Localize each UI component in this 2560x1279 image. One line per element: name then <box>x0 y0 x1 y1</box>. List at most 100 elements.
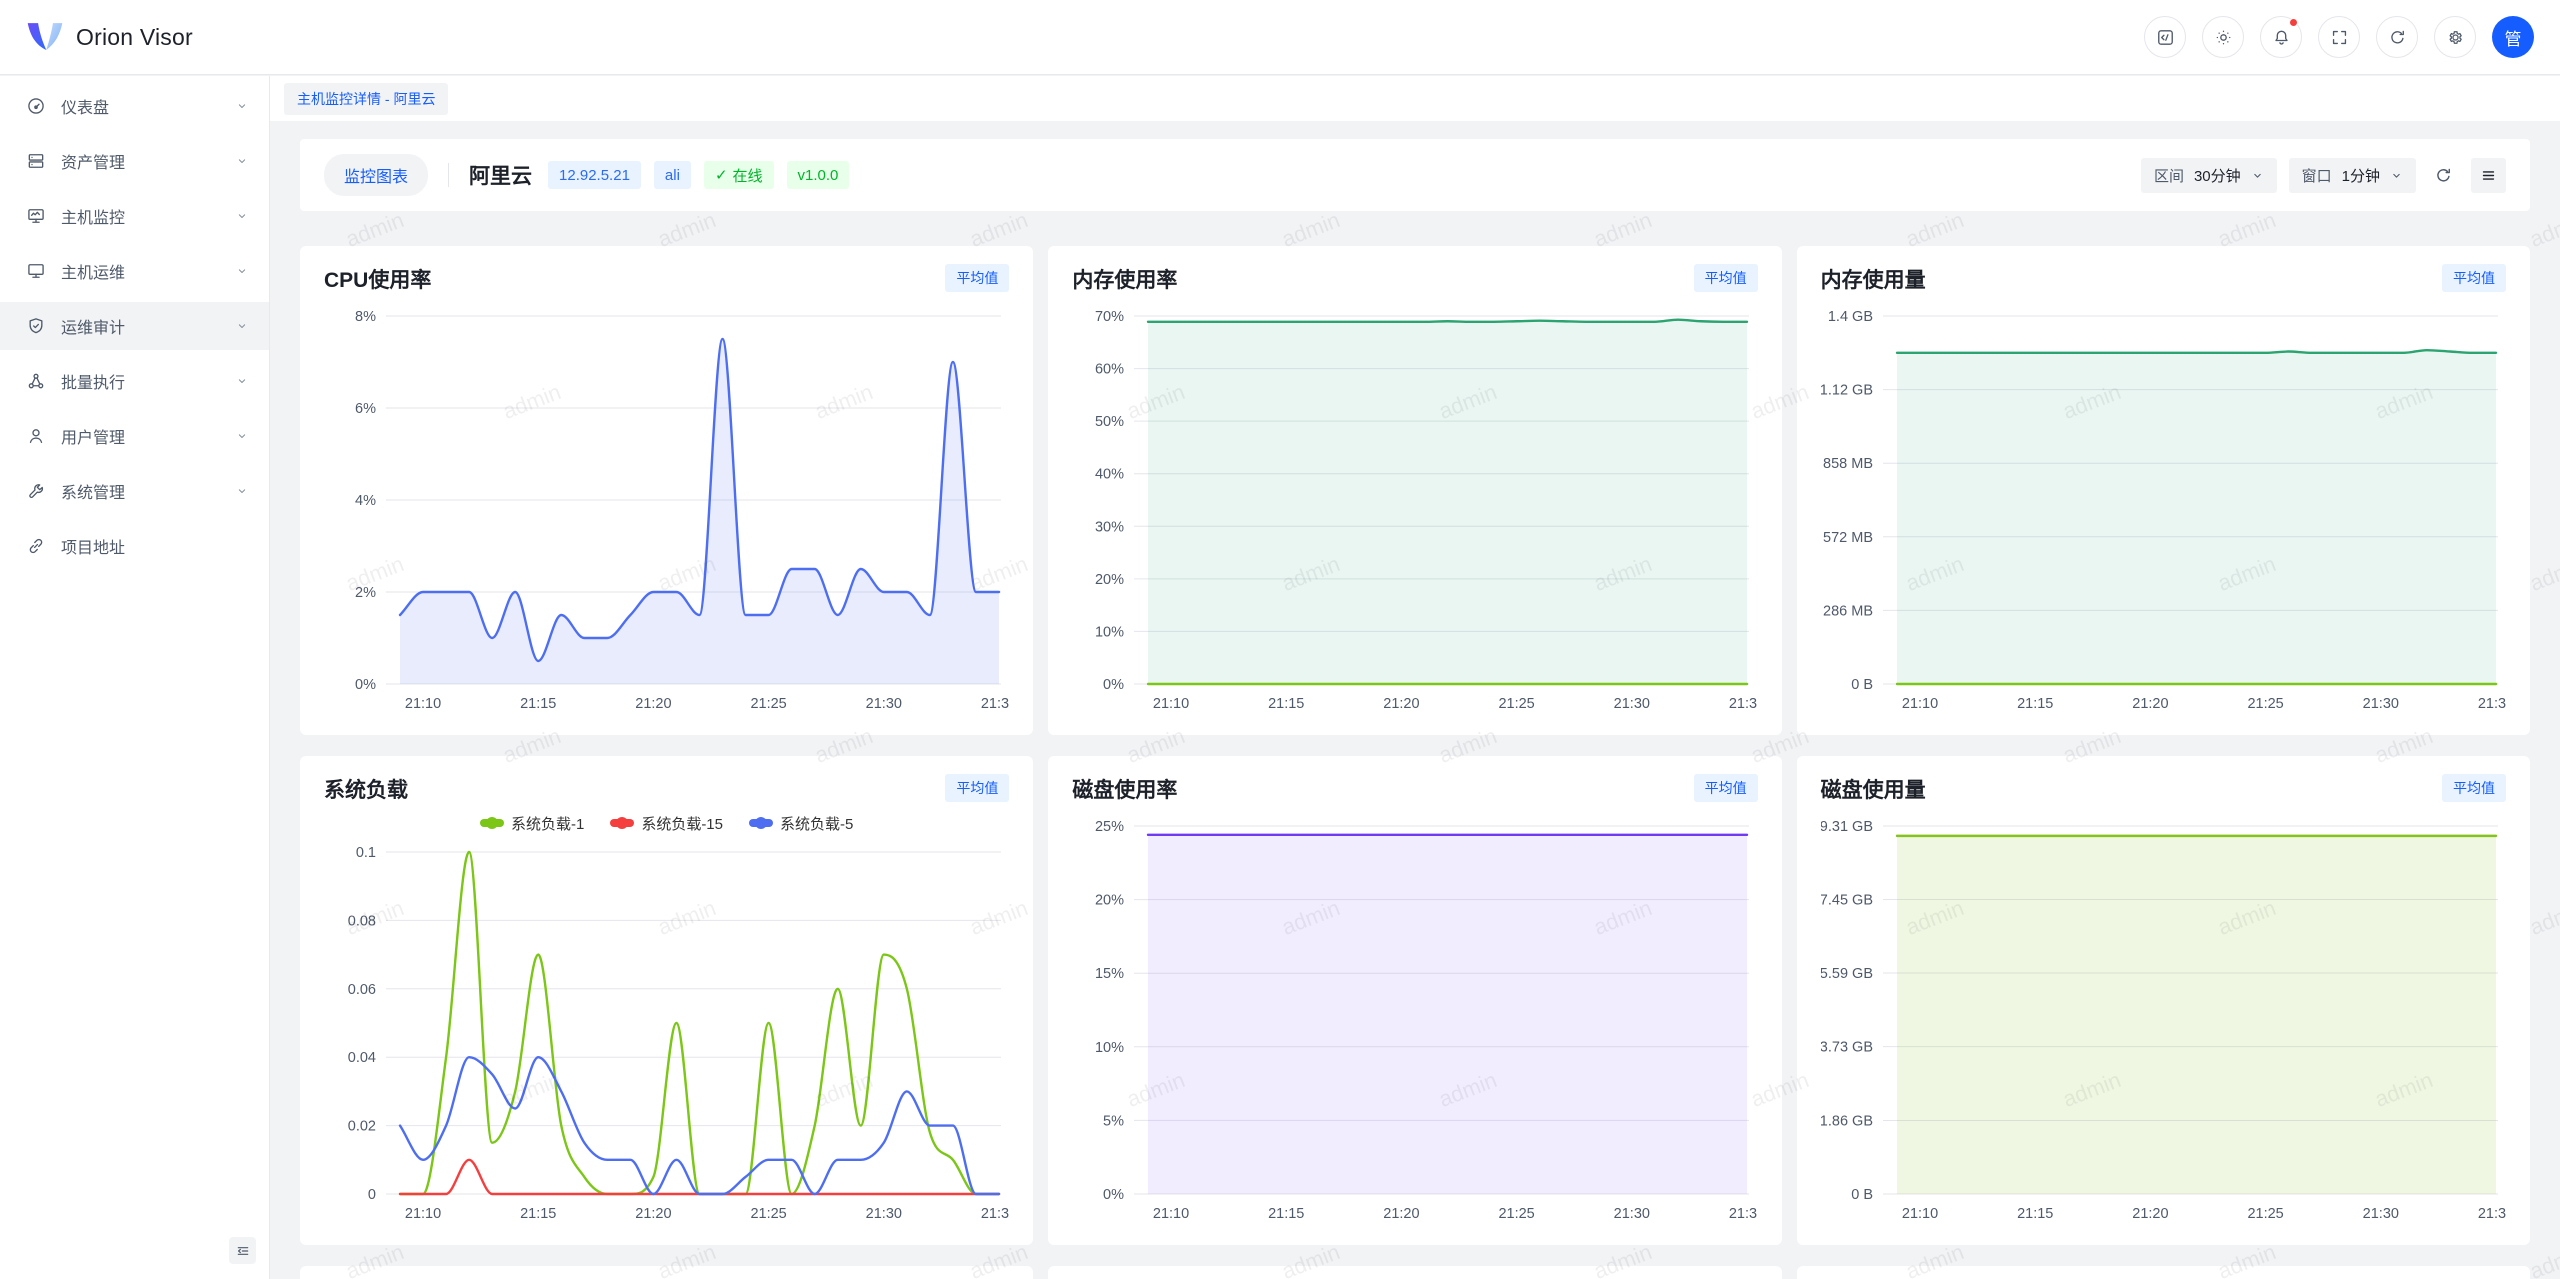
theme-brightness-icon <box>2214 28 2233 47</box>
route-tab-active[interactable]: 主机监控详情 - 阿里云 <box>284 83 448 115</box>
svg-text:21:10: 21:10 <box>1902 1206 1938 1222</box>
sidebar-item-dashboard[interactable]: 仪表盘 <box>0 82 269 130</box>
svg-text:21:20: 21:20 <box>2132 696 2168 712</box>
chart-plot: 0%10%20%30%40%50%60%70%21:1021:1521:2021… <box>1072 300 1757 716</box>
avg-badge: 平均值 <box>945 774 1009 802</box>
svg-text:6%: 6% <box>355 401 376 417</box>
monitor-chart-tab[interactable]: 监控图表 <box>324 154 428 196</box>
sidebar-item-label: 运维审计 <box>61 314 235 338</box>
svg-text:15%: 15% <box>1095 966 1124 982</box>
svg-text:50%: 50% <box>1095 414 1124 430</box>
svg-text:21:35: 21:35 <box>981 1206 1009 1222</box>
sidebar-item-label: 批量执行 <box>61 369 235 393</box>
sidebar-item-batch-exec[interactable]: 批量执行 <box>0 357 269 405</box>
interval-select[interactable]: 区间 30分钟 <box>2141 158 2277 193</box>
svg-text:21:25: 21:25 <box>1499 696 1535 712</box>
svg-text:21:10: 21:10 <box>1153 1206 1189 1222</box>
chevron-down-icon <box>235 154 249 168</box>
svg-text:0.08: 0.08 <box>348 913 376 929</box>
legend-item[interactable]: 系统负载-1 <box>480 813 584 834</box>
asset-server-icon <box>26 151 46 171</box>
fullscreen-button[interactable] <box>2318 16 2360 58</box>
window-select[interactable]: 窗口 1分钟 <box>2289 158 2416 193</box>
svg-text:21:20: 21:20 <box>1384 696 1420 712</box>
chevron-down-icon <box>2390 169 2403 182</box>
sidebar-item-host-ops[interactable]: 主机运维 <box>0 247 269 295</box>
agent-version-badge: v1.0.0 <box>787 161 850 189</box>
code-window-button[interactable] <box>2144 16 2186 58</box>
chart-title: 内存使用率 <box>1072 264 1177 294</box>
svg-text:21:25: 21:25 <box>1499 1206 1535 1222</box>
shield-check-icon <box>26 316 46 336</box>
theme-brightness-button[interactable] <box>2202 16 2244 58</box>
svg-text:0: 0 <box>368 1187 376 1203</box>
chart-card-memory-usage: 内存使用量 平均值 0 B286 MB572 MB858 MB1.12 GB1.… <box>1797 246 2530 735</box>
avg-badge: 平均值 <box>1694 774 1758 802</box>
app-title: Orion Visor <box>76 24 193 51</box>
chart-plot: 0%5%10%15%20%25%21:1021:1521:2021:2521:3… <box>1072 810 1757 1226</box>
dashboard-gauge-icon <box>26 96 46 116</box>
svg-text:21:15: 21:15 <box>1268 1206 1304 1222</box>
sidebar: 仪表盘 资产管理 主机监控 <box>0 76 270 1279</box>
svg-text:21:30: 21:30 <box>1614 696 1650 712</box>
svg-text:10%: 10% <box>1095 1040 1124 1056</box>
disk-usage-chart: 0 B1.86 GB3.73 GB5.59 GB7.45 GB9.31 GB21… <box>1821 810 2506 1226</box>
chart-title: 系统负载 <box>324 774 408 804</box>
chart-layout-button[interactable] <box>2471 158 2506 193</box>
svg-text:0%: 0% <box>355 677 376 693</box>
chart-refresh-button[interactable] <box>2428 166 2459 185</box>
fullscreen-icon <box>2330 28 2349 47</box>
sidebar-item-assets[interactable]: 资产管理 <box>0 137 269 185</box>
svg-text:21:30: 21:30 <box>866 1206 902 1222</box>
sidebar-item-label: 用户管理 <box>61 424 235 448</box>
app-logo: Orion Visor <box>26 21 193 53</box>
svg-text:0%: 0% <box>1103 677 1124 693</box>
app-header: Orion Visor <box>0 0 2560 75</box>
sidebar-item-host-monitor[interactable]: 主机监控 <box>0 192 269 240</box>
svg-text:21:35: 21:35 <box>1729 1206 1757 1222</box>
cpu-usage-chart: 0%2%4%6%8%21:1021:1521:2021:2521:3021:35 <box>324 300 1009 716</box>
legend-item[interactable]: 系统负载-15 <box>610 813 723 834</box>
svg-text:21:10: 21:10 <box>405 1206 441 1222</box>
chart-plot: 00.020.040.060.080.121:1021:1521:2021:25… <box>324 836 1009 1226</box>
notification-bell-button[interactable] <box>2260 16 2302 58</box>
charts-grid: CPU使用率 平均值 0%2%4%6%8%21:1021:1521:2021:2… <box>300 246 2530 1279</box>
memory-usage-chart: 0 B286 MB572 MB858 MB1.12 GB1.4 GB21:102… <box>1821 300 2506 716</box>
svg-text:0 B: 0 B <box>1851 1187 1873 1203</box>
chevron-down-icon <box>235 209 249 223</box>
chart-title: 磁盘使用量 <box>1821 774 1926 804</box>
host-ip-badge: 12.92.5.21 <box>548 161 641 189</box>
svg-text:30%: 30% <box>1095 519 1124 535</box>
chart-plot: 0 B286 MB572 MB858 MB1.12 GB1.4 GB21:102… <box>1821 300 2506 716</box>
svg-text:21:20: 21:20 <box>635 1206 671 1222</box>
chart-title: 内存使用量 <box>1821 264 1926 294</box>
avg-badge: 平均值 <box>2442 774 2506 802</box>
chart-plot: 0 B1.86 GB3.73 GB5.59 GB7.45 GB9.31 GB21… <box>1821 810 2506 1226</box>
sidebar-item-project-link[interactable]: 项目地址 <box>0 522 269 570</box>
user-avatar[interactable]: 管 <box>2492 16 2534 58</box>
settings-button[interactable] <box>2434 16 2476 58</box>
chevron-down-icon <box>235 374 249 388</box>
svg-text:0.02: 0.02 <box>348 1119 376 1135</box>
legend-item[interactable]: 系统负载-5 <box>749 813 853 834</box>
svg-text:21:25: 21:25 <box>750 696 786 712</box>
chevron-down-icon <box>235 99 249 113</box>
chevron-down-icon <box>235 484 249 498</box>
notification-bell-icon <box>2272 28 2291 47</box>
link-icon <box>26 536 46 556</box>
sidebar-item-user-mgmt[interactable]: 用户管理 <box>0 412 269 460</box>
sidebar-item-system-mgmt[interactable]: 系统管理 <box>0 467 269 515</box>
sidebar-collapse-button[interactable] <box>229 1237 256 1264</box>
wrench-icon <box>26 481 46 501</box>
sidebar-item-label: 主机监控 <box>61 204 235 228</box>
svg-text:20%: 20% <box>1095 572 1124 588</box>
chevron-down-icon <box>235 264 249 278</box>
sidebar-item-ops-audit[interactable]: 运维审计 <box>0 302 269 350</box>
refresh-button[interactable] <box>2376 16 2418 58</box>
svg-text:21:35: 21:35 <box>2478 696 2506 712</box>
sidebar-item-label: 仪表盘 <box>61 94 235 118</box>
chart-legend: 系统负载-1 系统负载-15 系统负载-5 <box>324 810 1009 836</box>
avg-badge: 平均值 <box>2442 264 2506 292</box>
chart-card-partial <box>300 1266 1033 1279</box>
svg-text:70%: 70% <box>1095 309 1124 325</box>
